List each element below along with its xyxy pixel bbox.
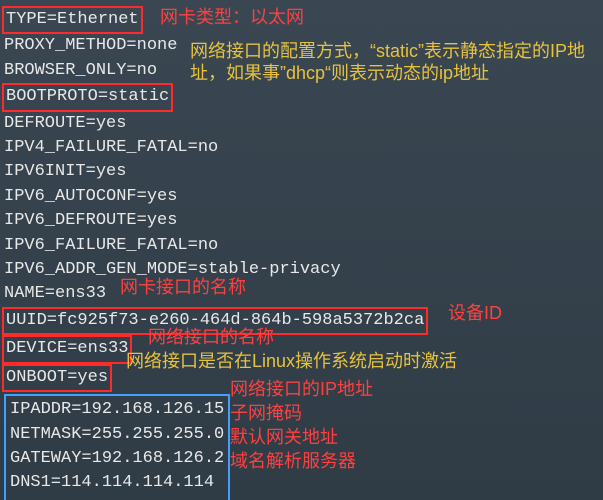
cfg-device: DEVICE=ens33: [6, 339, 128, 358]
line-ipv6-autoconf: IPV6_AUTOCONF=yes: [4, 185, 599, 209]
line-bootproto: BOOTPROTO=static: [4, 83, 599, 111]
highlight-type: TYPE=Ethernet: [2, 6, 143, 34]
highlight-bootproto: BOOTPROTO=static: [2, 83, 173, 111]
highlight-ip-block: IPADDR=192.168.126.15 NETMASK=255.255.25…: [4, 394, 230, 500]
line-dns1: DNS1=114.114.114.114: [10, 471, 224, 495]
annotation-uuid: 设备ID: [448, 302, 502, 324]
line-ipaddr: IPADDR=192.168.126.15: [10, 398, 224, 422]
line-name: NAME=ens33: [4, 282, 599, 306]
highlight-onboot: ONBOOT=yes: [2, 364, 112, 392]
cfg-type: TYPE=Ethernet: [6, 10, 139, 29]
cfg-bootproto: BOOTPROTO=static: [6, 87, 169, 106]
config-file-view: TYPE=Ethernet PROXY_METHOD=none BROWSER_…: [0, 0, 603, 500]
highlight-device: DEVICE=ens33: [2, 335, 132, 363]
annotation-ipaddr: 网络接口的IP地址: [230, 378, 373, 400]
annotation-name: 网卡接口的名称: [120, 276, 246, 298]
line-ipv6-defroute: IPV6_DEFROUTE=yes: [4, 209, 599, 233]
annotation-onboot: 网络接口是否在Linux操作系统启动时激活: [126, 350, 457, 372]
cfg-onboot: ONBOOT=yes: [6, 368, 108, 387]
line-netmask: NETMASK=255.255.255.0: [10, 423, 224, 447]
line-defroute: DEFROUTE=yes: [4, 112, 599, 136]
line-ipv4-failure-fatal: IPV4_FAILURE_FATAL=no: [4, 136, 599, 160]
line-ipv6-addr-gen-mode: IPV6_ADDR_GEN_MODE=stable-privacy: [4, 258, 599, 282]
line-ipv6init: IPV6INIT=yes: [4, 160, 599, 184]
annotation-netmask: 子网掩码: [230, 402, 302, 424]
annotation-device: 网络接口的名称: [148, 326, 274, 348]
annotation-gateway: 默认网关地址: [230, 426, 338, 448]
annotation-dns: 域名解析服务器: [230, 450, 356, 472]
line-ipv6-failure-fatal: IPV6_FAILURE_FATAL=no: [4, 234, 599, 258]
line-gateway: GATEWAY=192.168.126.2: [10, 447, 224, 471]
annotation-type: 网卡类型：以太网: [160, 6, 304, 28]
line-dns2: DNS2=8.8.8.8: [10, 496, 224, 500]
line-uuid: UUID=fc925f73-e260-464d-864b-598a5372b2c…: [4, 307, 599, 335]
annotation-bootproto: 网络接口的配置方式，“static”表示静态指定的IP地址，如果事”dhcp“则…: [190, 40, 595, 84]
